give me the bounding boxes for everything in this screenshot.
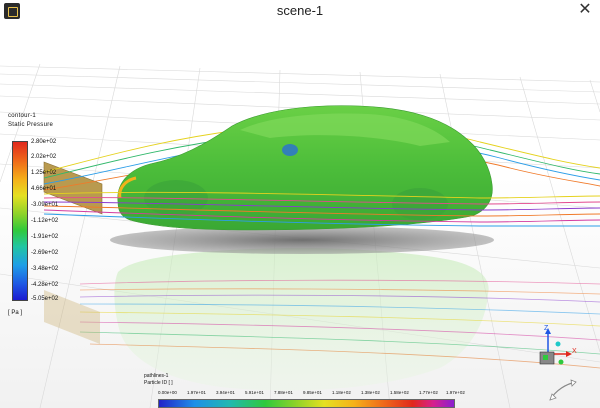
rotate-arrow-icon[interactable] bbox=[548, 378, 578, 402]
pathline-tick: 1.58e+02 bbox=[390, 390, 409, 395]
legend-tick: -1.91e+02 bbox=[31, 234, 59, 240]
legend-tick: 2.80e+02 bbox=[31, 139, 57, 145]
pathline-tick: 9.85e+01 bbox=[303, 390, 322, 395]
3d-viewport[interactable]: contour-1 Static Pressure 2.80e+02 2.02e… bbox=[0, 22, 600, 408]
legend-tick: 4.66e+01 bbox=[31, 186, 57, 192]
pathline-legend-variable: Particle ID [ ] bbox=[144, 380, 173, 386]
axis-x-label: X bbox=[572, 348, 577, 355]
pressure-colorbar bbox=[12, 141, 28, 301]
legend-tick: -2.69e+02 bbox=[31, 250, 59, 256]
axis-z-label: Z bbox=[544, 325, 549, 332]
legend-tick: -3.09e+01 bbox=[31, 202, 59, 208]
legend-tick: 1.25e+02 bbox=[31, 170, 57, 176]
scene-window: scene-1 ✕ contour-1 Static Pressure 2.80… bbox=[0, 0, 600, 408]
pathline-tick: 1.18e+02 bbox=[332, 390, 351, 395]
pathline-tick: 1.97e+01 bbox=[187, 390, 206, 395]
pathline-tick: 7.88e+01 bbox=[274, 390, 293, 395]
legend-tick: -5.05e+02 bbox=[31, 296, 59, 302]
pathline-tick: 1.77e+02 bbox=[419, 390, 438, 395]
legend-tick: -3.48e+02 bbox=[31, 266, 59, 272]
legend-tick: -4.28e+02 bbox=[31, 282, 59, 288]
scene-canvas bbox=[0, 22, 600, 408]
pathline-colorbar bbox=[158, 399, 455, 408]
pathline-tick: 5.91e+01 bbox=[245, 390, 264, 395]
car-shadow bbox=[110, 226, 494, 254]
legend-units: [ Pa ] bbox=[8, 310, 23, 316]
legend-title: contour-1 bbox=[8, 113, 37, 119]
legend-tick: -1.12e+02 bbox=[31, 218, 59, 224]
legend-variable: Static Pressure bbox=[8, 122, 54, 128]
window-title: scene-1 bbox=[276, 3, 324, 18]
pathline-tick: 3.94e+01 bbox=[216, 390, 235, 395]
pathline-legend-title: pathlines-1 bbox=[144, 373, 169, 379]
pathline-tick: 1.38e+02 bbox=[361, 390, 380, 395]
legend-tick: 2.02e+02 bbox=[31, 154, 57, 160]
pathline-tick: 0.00e+00 bbox=[158, 390, 177, 395]
title-bar: scene-1 ✕ bbox=[0, 0, 600, 22]
close-icon[interactable]: ✕ bbox=[576, 1, 594, 19]
pathline-tick: 1.97e+02 bbox=[446, 390, 465, 395]
car-reflection bbox=[114, 248, 489, 391]
mirror-low-pressure bbox=[282, 144, 298, 156]
